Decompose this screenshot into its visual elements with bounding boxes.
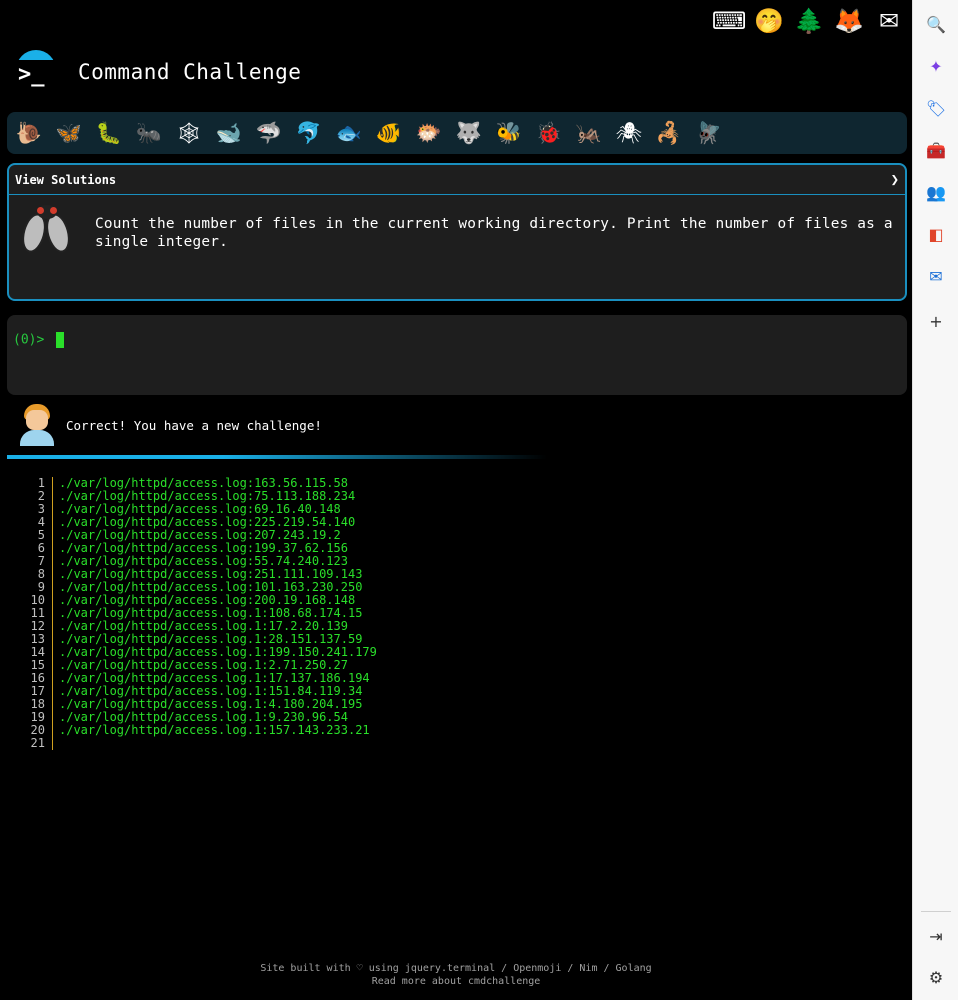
line-number: 2 [37, 489, 45, 503]
top-icon-bar: ⌨ 🤭 🌲 🦊 ✉ [712, 4, 912, 38]
line-number: 5 [37, 528, 45, 542]
critter-level-icon[interactable]: 🦋 [53, 117, 85, 149]
footer-read-more-link[interactable]: Read more about cmdchallenge [0, 975, 912, 988]
critter-level-icon[interactable]: 🦈 [253, 117, 285, 149]
settings-icon[interactable]: ⚙ [925, 966, 947, 988]
critter-level-icon[interactable]: 🐺 [453, 117, 485, 149]
main-area: ⌨ 🤭 🌲 🦊 ✉ >_ Command Challenge 🐌 🦋 🐛 🐜 🕸 🐋 🦈 🐬 🐟 🐠 🐡 🐺 🐝… [0, 0, 912, 1000]
gitlab-icon[interactable]: 🦊 [832, 4, 866, 38]
line-number: 3 [37, 502, 45, 516]
result-message: Correct! You have a new challenge! [20, 404, 322, 446]
copilot-icon[interactable]: ✦ [925, 55, 947, 77]
line-number: 7 [37, 554, 45, 568]
terminal-input[interactable]: (0)> [7, 315, 907, 395]
terminal-prompt: (0)> [13, 332, 45, 348]
critter-level-icon[interactable]: 🐬 [293, 117, 325, 149]
panel-toggle-icon[interactable]: ⇥ [925, 925, 947, 947]
line-number: 6 [37, 541, 45, 555]
shopping-tag-icon[interactable]: 🏷 [925, 97, 947, 119]
challenge-description: Count the number of files in the current… [95, 216, 893, 250]
cmd-logo-icon[interactable]: ⌨ [712, 4, 747, 38]
challenge-card: View Solutions ❯ Count the number of fil… [7, 163, 907, 301]
critter-level-icon[interactable]: 🐛 [93, 117, 125, 149]
critter-level-icon[interactable]: 🐞 [533, 117, 565, 149]
output-line: 21 [20, 737, 377, 750]
line-number: 8 [37, 567, 45, 581]
output-line: 20 ./var/log/httpd/access.log.1:157.143.2… [20, 724, 377, 737]
hush-emoji-icon[interactable]: 🤭 [752, 4, 786, 38]
critter-level-icon[interactable]: 🐋 [213, 117, 245, 149]
chevron-right-icon: ❯ [890, 171, 899, 188]
terminal-cursor [56, 332, 65, 348]
terminal-logo-icon: >_ [14, 50, 58, 94]
critter-level-icon[interactable]: 🪰 [693, 117, 725, 149]
page-title: Command Challenge [78, 60, 302, 84]
critter-level-icon[interactable]: 🐌 [13, 117, 45, 149]
critter-level-icon[interactable]: 🐟 [333, 117, 365, 149]
line-number: 21 [30, 736, 45, 750]
critter-level-icon[interactable]: 🐠 [373, 117, 405, 149]
critter-level-icon[interactable]: 🦗 [573, 117, 605, 149]
challenge-progress-bar: 🐌 🦋 🐛 🐜 🕸 🐋 🦈 🐬 🐟 🐠 🐡 🐺 🐝 🐞 🦗 🕷 🦂 🪰 [7, 112, 907, 154]
mail-icon[interactable]: ✉ [872, 4, 906, 38]
critter-level-icon[interactable]: 🐝 [493, 117, 525, 149]
outlook-icon[interactable]: ✉ [925, 265, 947, 287]
line-number: 1 [37, 476, 45, 490]
brand[interactable]: >_ Command Challenge [14, 50, 301, 94]
critter-level-icon[interactable]: 🐡 [413, 117, 445, 149]
people-icon[interactable]: 👥 [925, 181, 947, 203]
add-icon[interactable]: + [925, 310, 947, 332]
sidebar-divider [921, 911, 951, 912]
critter-level-icon[interactable]: 🕸 [173, 117, 205, 149]
footer: Site built with ♡ using jquery.terminal … [0, 962, 912, 988]
toolbox-icon[interactable]: 🧰 [925, 139, 947, 161]
line-number: 4 [37, 515, 45, 529]
command-output: 1 ./var/log/httpd/access.log:163.56.115.5… [20, 477, 377, 750]
view-solutions-toggle[interactable]: View Solutions ❯ [9, 165, 905, 195]
footer-credits: Site built with ♡ using jquery.terminal … [260, 963, 652, 974]
divider [7, 455, 547, 459]
fly-icon [18, 205, 74, 261]
critter-level-icon[interactable]: 🦂 [653, 117, 685, 149]
output-line-text [52, 737, 59, 750]
tree-icon[interactable]: 🌲 [792, 4, 826, 38]
office-icon[interactable]: ◧ [925, 223, 947, 245]
critter-level-icon[interactable]: 🕷 [613, 117, 645, 149]
browser-sidebar: 🔍 ✦ 🏷 🧰 👥 ◧ ✉ + ⇥ ⚙ [912, 0, 958, 1000]
view-solutions-label: View Solutions [15, 172, 117, 187]
result-text: Correct! You have a new challenge! [66, 417, 322, 433]
search-icon[interactable]: 🔍 [925, 13, 947, 35]
output-line-text: ./var/log/httpd/access.log.1:157.143.233… [52, 724, 370, 737]
person-avatar-icon [20, 404, 54, 446]
critter-level-icon[interactable]: 🐜 [133, 117, 165, 149]
